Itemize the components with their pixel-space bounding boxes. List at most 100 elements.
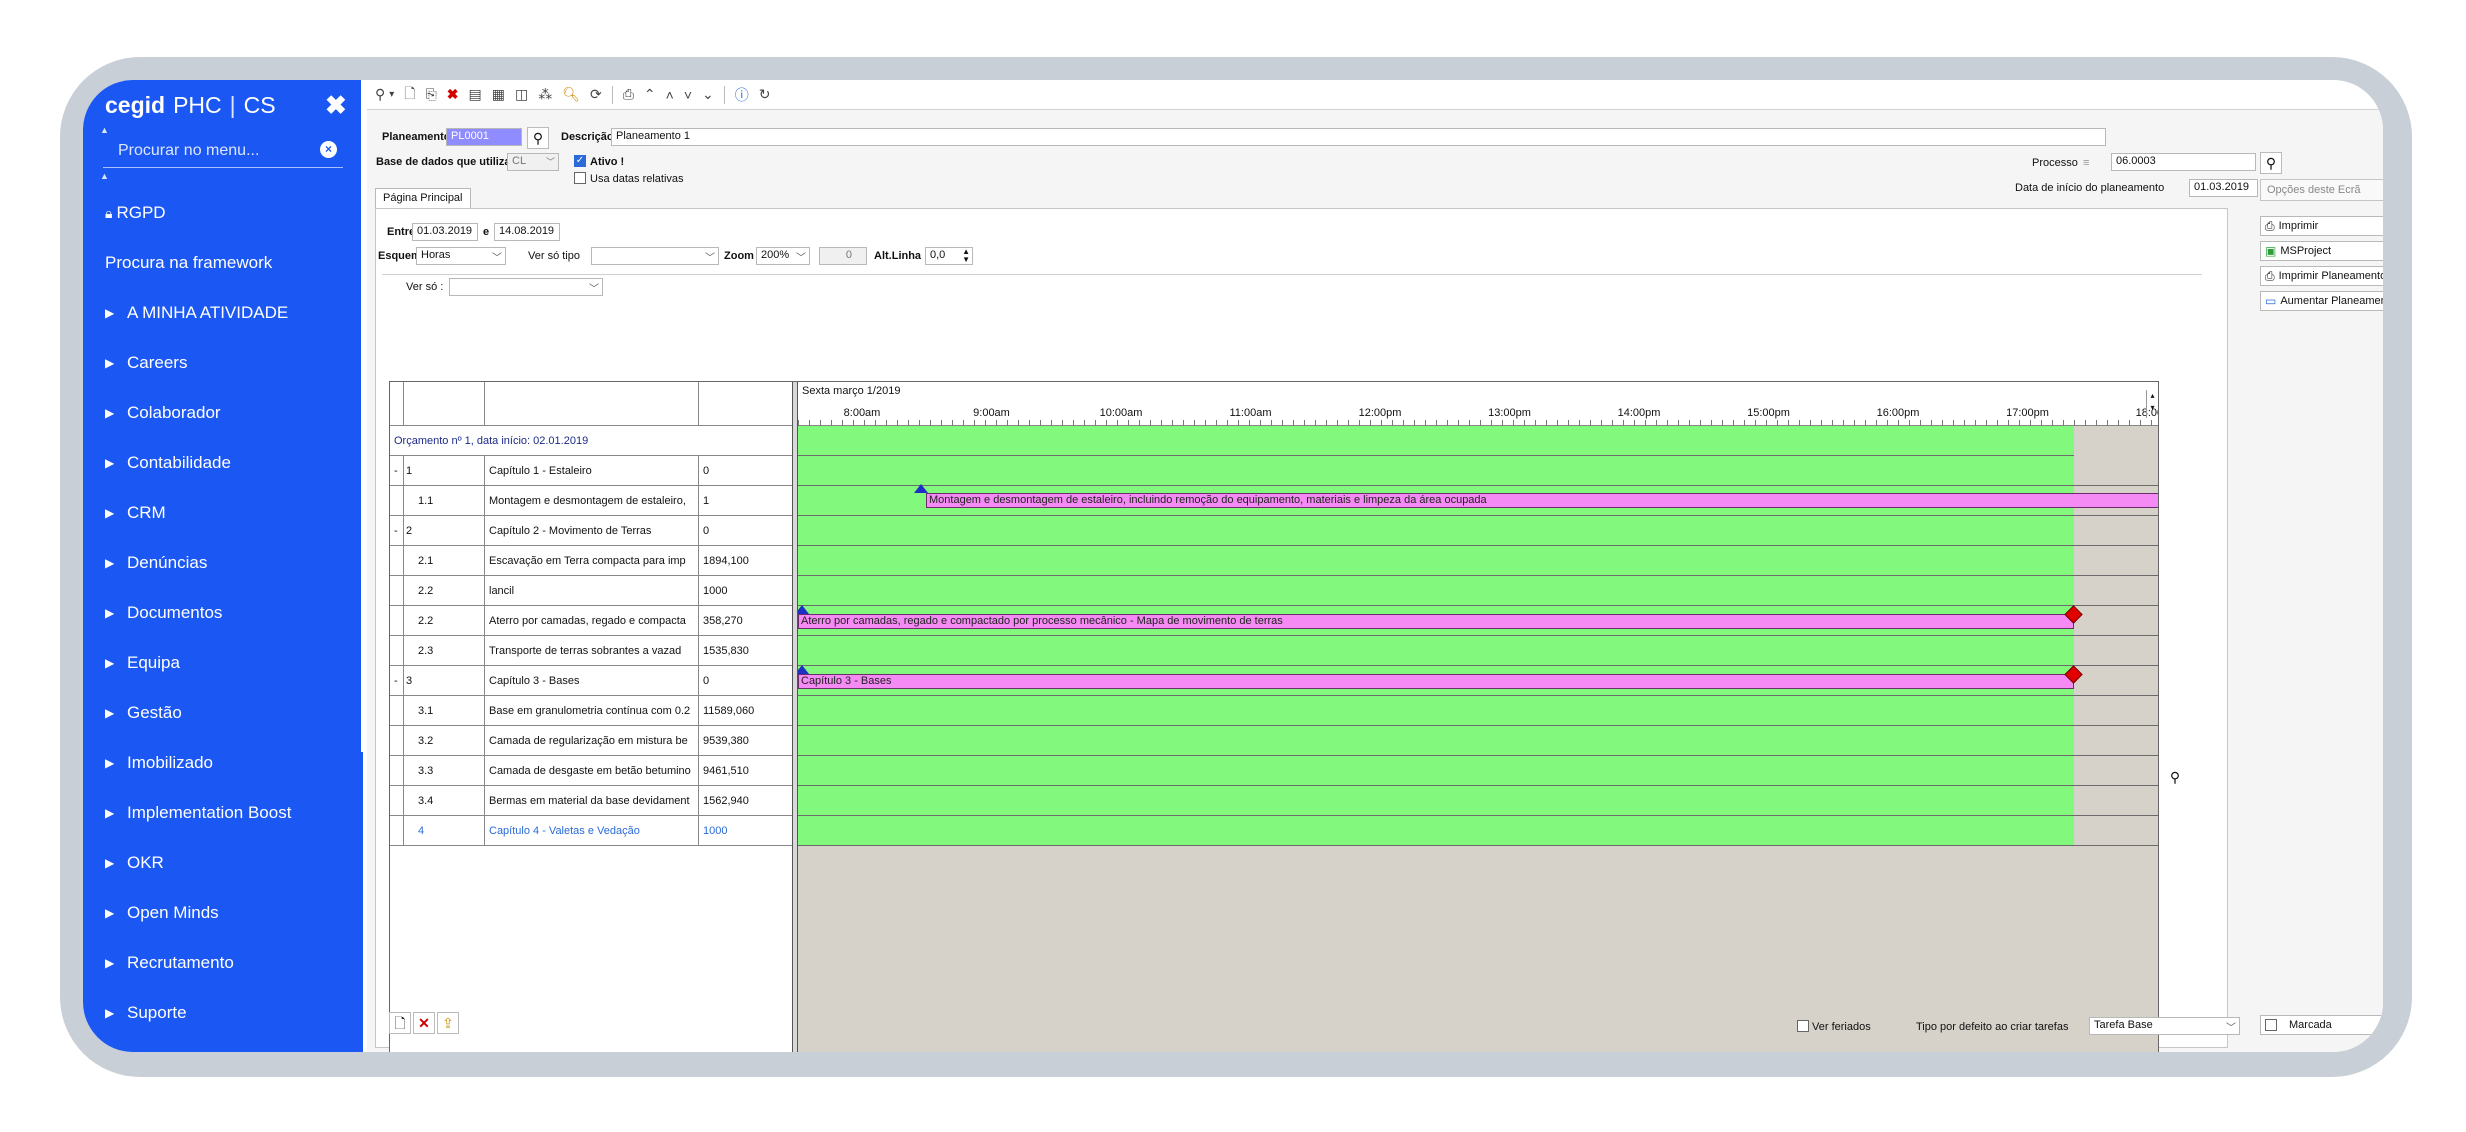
reload-icon[interactable]: ↻	[759, 86, 771, 103]
first-record-icon[interactable]: ⌃	[644, 86, 656, 103]
sidebar-item-gestao[interactable]: ▶ Gestão	[105, 703, 182, 723]
entre-from-field[interactable]: 01.03.2019	[412, 223, 478, 241]
ver-so-select[interactable]: ﹀	[449, 278, 603, 296]
gantt-bar-aterro[interactable]: Aterro por camadas, regado e compactado …	[798, 614, 2074, 629]
expand-toggle[interactable]	[390, 576, 404, 605]
gantt-row[interactable]	[798, 546, 2074, 576]
table-row[interactable]: 2.1 Escavação em Terra compacta para imp 1…	[390, 546, 792, 576]
ativo-checkbox[interactable]: ✓	[574, 155, 586, 167]
sidebar-item-implementation-boost[interactable]: ▶ Implementation Boost	[105, 803, 291, 823]
marcada-toggle[interactable]: Marcada	[2260, 1015, 2383, 1035]
table-row-budget[interactable]: Orçamento nº 1, data início: 02.01.2019	[390, 426, 792, 456]
imprimir-button[interactable]: ⎙ Imprimir	[2260, 216, 2383, 236]
copy-icon[interactable]: ⎘	[426, 86, 437, 103]
expand-toggle[interactable]	[390, 696, 404, 725]
descricao-field[interactable]: Planeamento 1	[611, 128, 2106, 146]
grid-icon[interactable]: ▦	[492, 86, 505, 103]
gantt-row[interactable]	[798, 636, 2074, 666]
gantt-bar-capitulo3[interactable]: Capítulo 3 - Bases	[798, 674, 2074, 689]
data-inicio-field[interactable]: 01.03.2019	[2189, 179, 2258, 197]
tree-icon[interactable]: ⁂	[538, 86, 552, 103]
refresh-icon[interactable]: ⟳	[590, 86, 602, 103]
gantt-row[interactable]	[798, 726, 2074, 756]
dropdown-icon[interactable]: ▾	[389, 89, 394, 100]
tab-pagina-principal[interactable]: Página Principal	[375, 188, 471, 208]
scroll-down-icon[interactable]: ▲	[100, 171, 109, 181]
alt-linha-stepper[interactable]: 0,0 ▲ ▼	[925, 247, 973, 265]
expand-toggle[interactable]: -	[390, 456, 404, 485]
gantt-row[interactable]	[798, 816, 2074, 846]
opcoes-ecra-select[interactable]: Opções deste Ecrã ﹀	[2260, 179, 2383, 201]
sidebar-item-procura-framework[interactable]: Procura na framework	[105, 253, 272, 273]
table-row[interactable]: 2.2 lancil 1000	[390, 576, 792, 606]
processo-field[interactable]: 06.0003	[2111, 153, 2256, 171]
zoom-stepper[interactable]: 0	[819, 247, 867, 265]
imprimir-planeamento-button[interactable]: ⎙ Imprimir Planeamento	[2260, 266, 2383, 286]
table-row[interactable]: 3.3 Camada de desgaste em betão betumino 9…	[390, 756, 792, 786]
expand-toggle[interactable]	[390, 816, 404, 845]
planeamento-field[interactable]: PL0001	[446, 128, 522, 146]
previous-record-icon[interactable]: ˄	[666, 87, 674, 103]
sidebar-item-denuncias[interactable]: ▶ Denúncias	[105, 553, 207, 573]
expand-toggle[interactable]: -	[390, 666, 404, 695]
gantt-row[interactable]	[798, 516, 2074, 546]
table-row[interactable]: 1.1 Montagem e desmontagem de estaleiro, 1	[390, 486, 792, 516]
table-row[interactable]: -2 Capítulo 2 - Movimento de Terras 0	[390, 516, 792, 546]
table-row[interactable]: 2.2 Aterro por camadas, regado e compacta…	[390, 606, 792, 636]
sidebar-item-contabilidade[interactable]: ▶ Contabilidade	[105, 453, 231, 473]
gantt-row[interactable]	[798, 756, 2074, 786]
timescale-stepper-icon[interactable]: ▴ ▾	[2146, 390, 2158, 418]
entre-to-field[interactable]: 14.08.2019	[494, 223, 560, 241]
sidebar-item-minha-atividade[interactable]: ▶ A MINHA ATIVIDADE	[105, 303, 288, 323]
table-row[interactable]: 3.1 Base em granulometria contínua com 0.…	[390, 696, 792, 726]
menu-search-input[interactable]	[118, 140, 308, 162]
table-row[interactable]: 4 Capítulo 4 - Valetas e Vedação 1000	[390, 816, 792, 846]
planeamento-search-icon[interactable]: ⚲	[527, 127, 549, 149]
preview-icon[interactable]: ⎙	[623, 86, 634, 103]
tipo-defeito-select[interactable]: Tarefa Base ﹀	[2089, 1017, 2240, 1035]
sidebar-item-imobilizado[interactable]: ▶ Imobilizado	[105, 753, 213, 773]
processo-list-icon[interactable]: ≡	[2083, 157, 2089, 169]
next-record-icon[interactable]: ˅	[684, 87, 692, 103]
clear-search-icon[interactable]: ×	[320, 141, 337, 158]
gantt-row[interactable]	[798, 426, 2074, 456]
sidebar-item-rgpd[interactable]: 🔒︎ RGPD	[105, 203, 166, 223]
ver-feriados-checkbox[interactable]	[1797, 1020, 1809, 1032]
new-document-icon[interactable]: 🗋︎	[404, 83, 415, 107]
expand-toggle[interactable]	[390, 606, 404, 635]
table-row[interactable]: 2.3 Transporte de terras sobrantes a vaza…	[390, 636, 792, 666]
delete-icon[interactable]: ✖	[447, 86, 459, 103]
base-dados-field[interactable]: CL ﹀	[507, 153, 559, 171]
aumentar-planeamento-button[interactable]: ▭ Aumentar Planeamento	[2260, 291, 2383, 311]
datas-relativas-checkbox[interactable]	[574, 172, 586, 184]
gantt-row[interactable]	[798, 456, 2074, 486]
import-task-icon[interactable]: ⇪	[437, 1012, 459, 1034]
last-record-icon[interactable]: ⌄	[702, 86, 714, 103]
stepper-arrows-icon[interactable]: ▲ ▼	[962, 248, 970, 264]
table-row[interactable]: -3 Capítulo 3 - Bases 0	[390, 666, 792, 696]
ver-tipo-select[interactable]: ﹀	[591, 247, 719, 265]
find-icon[interactable]: 🔍︎	[562, 86, 580, 103]
msproject-button[interactable]: ▣ MSProject	[2260, 241, 2383, 261]
processo-search-icon[interactable]: ⚲	[2260, 152, 2282, 174]
sidebar-item-careers[interactable]: ▶ Careers	[105, 353, 187, 373]
help-icon[interactable]: ⓘ	[735, 85, 749, 105]
scroll-up-icon[interactable]: ▲	[100, 125, 109, 135]
sidebar-item-equipa[interactable]: ▶ Equipa	[105, 653, 180, 673]
sidebar-item-crm[interactable]: ▶ CRM	[105, 503, 166, 523]
sidebar-item-documentos[interactable]: ▶ Documentos	[105, 603, 222, 623]
gantt-zoom-search-icon[interactable]: ⚲	[2164, 767, 2186, 789]
search-icon[interactable]: ⚲	[375, 86, 385, 103]
gantt-row[interactable]	[798, 786, 2074, 816]
new-task-icon[interactable]: 🗋︎	[389, 1012, 411, 1034]
expand-toggle[interactable]	[390, 636, 404, 665]
sidebar-item-suporte[interactable]: ▶ Suporte	[105, 1003, 187, 1023]
sidebar-item-colaborador[interactable]: ▶ Colaborador	[105, 403, 221, 423]
expand-toggle[interactable]	[390, 756, 404, 785]
expand-toggle[interactable]: -	[390, 516, 404, 545]
sidebar-item-open-minds[interactable]: ▶ Open Minds	[105, 903, 219, 923]
expand-toggle[interactable]	[390, 726, 404, 755]
sidebar-item-recrutamento[interactable]: ▶ Recrutamento	[105, 953, 234, 973]
gantt-row[interactable]	[798, 576, 2074, 606]
table-row[interactable]: -1 Capítulo 1 - Estaleiro 0	[390, 456, 792, 486]
